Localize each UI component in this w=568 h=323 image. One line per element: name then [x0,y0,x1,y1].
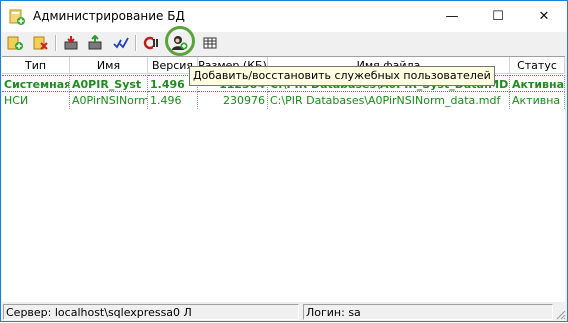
add-database-icon [7,36,23,50]
import-icon [64,36,78,50]
resize-grip-icon[interactable] [556,310,566,320]
cell-status: Активна [510,75,565,92]
toolbar [1,32,567,54]
cell-size: 230976 [198,92,268,109]
reset-icon [143,36,158,50]
column-header-type[interactable]: Тип [2,57,70,74]
cell-name: A0PirNSINorm [72,92,148,109]
export-button[interactable] [85,33,105,53]
delete-database-button[interactable] [31,33,51,53]
cell-filename: C:\PIR Databases\A0PirNSINorm_data.mdf [268,92,510,109]
table-icon [203,37,217,49]
reset-button[interactable] [141,33,161,53]
maximize-button[interactable]: ☐ [475,1,521,32]
status-bar: Сервер: localhost\sqlexpressa0 Л Логин: … [1,303,567,321]
cell-type: Системная [2,75,70,92]
database-table: Тип Имя Версия Размер (КБ) Имя файла Ста… [2,56,565,302]
toolbar-separator [135,35,137,51]
column-header-status[interactable]: Статус [510,57,565,74]
column-header-name[interactable]: Имя [70,57,148,74]
cell-version: 1.496 [148,92,198,109]
title-bar: Администрирование БД — ☐ ✕ [1,1,567,32]
check-button[interactable] [111,33,131,53]
export-icon [88,35,102,50]
server-status: Сервер: localhost\sqlexpressa0 Л [3,304,299,320]
import-button[interactable] [61,33,81,53]
close-button[interactable]: ✕ [521,1,567,32]
table-view-button[interactable] [200,33,220,53]
add-database-button[interactable] [5,33,25,53]
tooltip: Добавить/восстановить служебных пользова… [189,66,495,86]
delete-database-icon [33,36,48,50]
highlight-ring [165,26,195,56]
cell-type: НСИ [2,92,70,109]
app-window: Администрирование БД — ☐ ✕ Тип Имя Верси… [0,0,568,322]
login-status: Логин: sa [303,304,553,320]
toolbar-separator [55,35,57,51]
database-admin-icon [9,9,25,25]
minimize-button[interactable]: — [429,1,475,32]
window-title: Администрирование БД [33,9,185,23]
check-icon [113,37,129,49]
cell-name: A0PIR_Syst [70,75,148,92]
cell-status: Активна [510,92,565,109]
